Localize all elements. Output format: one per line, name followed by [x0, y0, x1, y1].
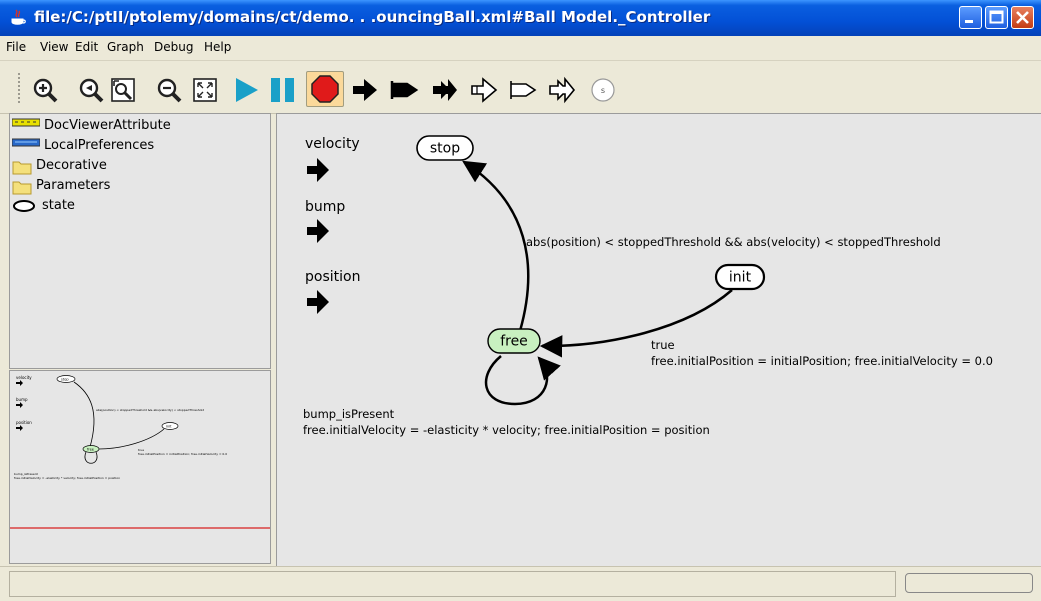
- port-input-icon: [353, 79, 377, 101]
- menu-bar: File View Edit Graph Debug Help: [0, 36, 1041, 61]
- status-bar: [0, 566, 1041, 601]
- transition-init-to-free[interactable]: [539, 289, 733, 358]
- transition-init-action: free.initialPosition = initialPosition; …: [651, 354, 993, 368]
- overview-init-action: free.initialPosition = initialPosition; …: [138, 452, 227, 456]
- window-title: file:/C:/ptII/ptolemy/domains/ct/demo. .…: [34, 8, 711, 26]
- run-icon: [236, 78, 258, 102]
- menu-help[interactable]: Help: [204, 40, 231, 54]
- multiport-output-icon: [510, 81, 537, 99]
- port-position-icon[interactable]: [307, 290, 329, 314]
- zoom-reset-icon: [79, 78, 104, 103]
- multiport-inout-icon: [549, 76, 576, 104]
- state-init[interactable]: init: [714, 263, 766, 291]
- state-icon: s: [591, 78, 615, 102]
- overview-init-label: init: [166, 425, 172, 429]
- output-port-button[interactable]: [389, 75, 419, 105]
- pause-icon: [271, 78, 294, 102]
- port-output-icon: [390, 81, 419, 99]
- zoom-fit-icon: [111, 78, 135, 102]
- maximize-button[interactable]: [985, 6, 1008, 29]
- overview-panel[interactable]: velocity bump position stop abs(position…: [9, 370, 271, 564]
- overview-free-stop-guard: abs(position) < stoppedThreshold && abs(…: [96, 408, 204, 412]
- stop-icon: [311, 75, 339, 103]
- stop-button[interactable]: [306, 71, 344, 107]
- transition-init-guard: true: [651, 338, 675, 352]
- menu-graph[interactable]: Graph: [107, 40, 144, 54]
- svg-text:s: s: [601, 86, 605, 95]
- state-stop-label: stop: [430, 141, 460, 157]
- port-velocity-label: velocity: [305, 136, 360, 152]
- close-icon: [1016, 11, 1029, 24]
- status-message: [9, 571, 896, 597]
- transition-free-to-stop[interactable]: [462, 160, 530, 332]
- progress-bar: [905, 573, 1033, 593]
- title-bar: file:/C:/ptII/ptolemy/domains/ct/demo. .…: [0, 0, 1041, 36]
- zoom-out-button[interactable]: [154, 75, 184, 105]
- doc-viewer-icon: [12, 118, 40, 127]
- zoom-fit-button[interactable]: [108, 75, 138, 105]
- transition-free-self-action: free.initialVelocity = -elasticity * vel…: [303, 423, 710, 437]
- run-button[interactable]: [231, 75, 261, 105]
- multiport-input-button[interactable]: [469, 75, 499, 105]
- port-velocity-icon[interactable]: [307, 158, 329, 182]
- fullscreen-button[interactable]: [190, 75, 220, 105]
- library-tree: DocViewerAttribute LocalPreferences Deco…: [9, 113, 271, 369]
- multiport-input-icon: [471, 77, 498, 103]
- graph-canvas[interactable]: velocity bump position abs(position) < s…: [276, 113, 1041, 566]
- menu-view[interactable]: View: [40, 40, 68, 54]
- inout-port-button[interactable]: [430, 75, 460, 105]
- folder-icon: [12, 161, 32, 175]
- overview-bump-label: bump: [16, 397, 28, 402]
- close-button[interactable]: [1011, 6, 1034, 29]
- zoom-out-icon: [157, 78, 182, 103]
- transition-free-self-loop[interactable]: [484, 355, 561, 406]
- java-icon: [11, 9, 26, 25]
- zoom-in-icon: [33, 78, 58, 103]
- menu-file[interactable]: File: [6, 40, 26, 54]
- add-state-button[interactable]: s: [588, 75, 618, 105]
- port-inout-icon: [433, 79, 457, 101]
- folder-icon: [12, 181, 32, 195]
- toolbar: s: [0, 61, 1041, 114]
- overview-stop-label: stop: [61, 378, 69, 382]
- zoom-in-button[interactable]: [30, 75, 60, 105]
- overview-free-label: free: [87, 448, 94, 452]
- overview-velocity-label: velocity: [16, 375, 32, 380]
- multiport-inout-button[interactable]: [547, 75, 577, 105]
- overview-position-label: position: [16, 420, 32, 425]
- preferences-icon: [12, 138, 40, 147]
- state-icon: [13, 200, 35, 212]
- overview-bump-action: free.initialVelocity = -elasticity * vel…: [14, 476, 120, 480]
- multiport-output-button[interactable]: [508, 75, 538, 105]
- state-stop[interactable]: stop: [416, 135, 474, 161]
- transition-free-to-stop-guard: abs(position) < stoppedThreshold && abs(…: [526, 235, 941, 249]
- state-init-label: init: [729, 270, 752, 286]
- menu-debug[interactable]: Debug: [154, 40, 193, 54]
- state-free[interactable]: free: [487, 328, 541, 354]
- toolbar-grip[interactable]: [18, 73, 23, 103]
- port-position-label: position: [305, 269, 360, 285]
- port-bump-label: bump: [305, 199, 345, 215]
- state-free-label: free: [500, 334, 528, 350]
- menu-edit[interactable]: Edit: [75, 40, 98, 54]
- transition-free-self-guard: bump_isPresent: [303, 407, 395, 421]
- minimize-button[interactable]: [959, 6, 982, 29]
- input-port-button[interactable]: [350, 75, 380, 105]
- pause-button[interactable]: [268, 75, 298, 105]
- zoom-reset-button[interactable]: [76, 75, 106, 105]
- overview-thumbnail: velocity bump position stop abs(position…: [10, 375, 270, 529]
- fullscreen-icon: [193, 78, 217, 102]
- port-bump-icon[interactable]: [307, 219, 329, 243]
